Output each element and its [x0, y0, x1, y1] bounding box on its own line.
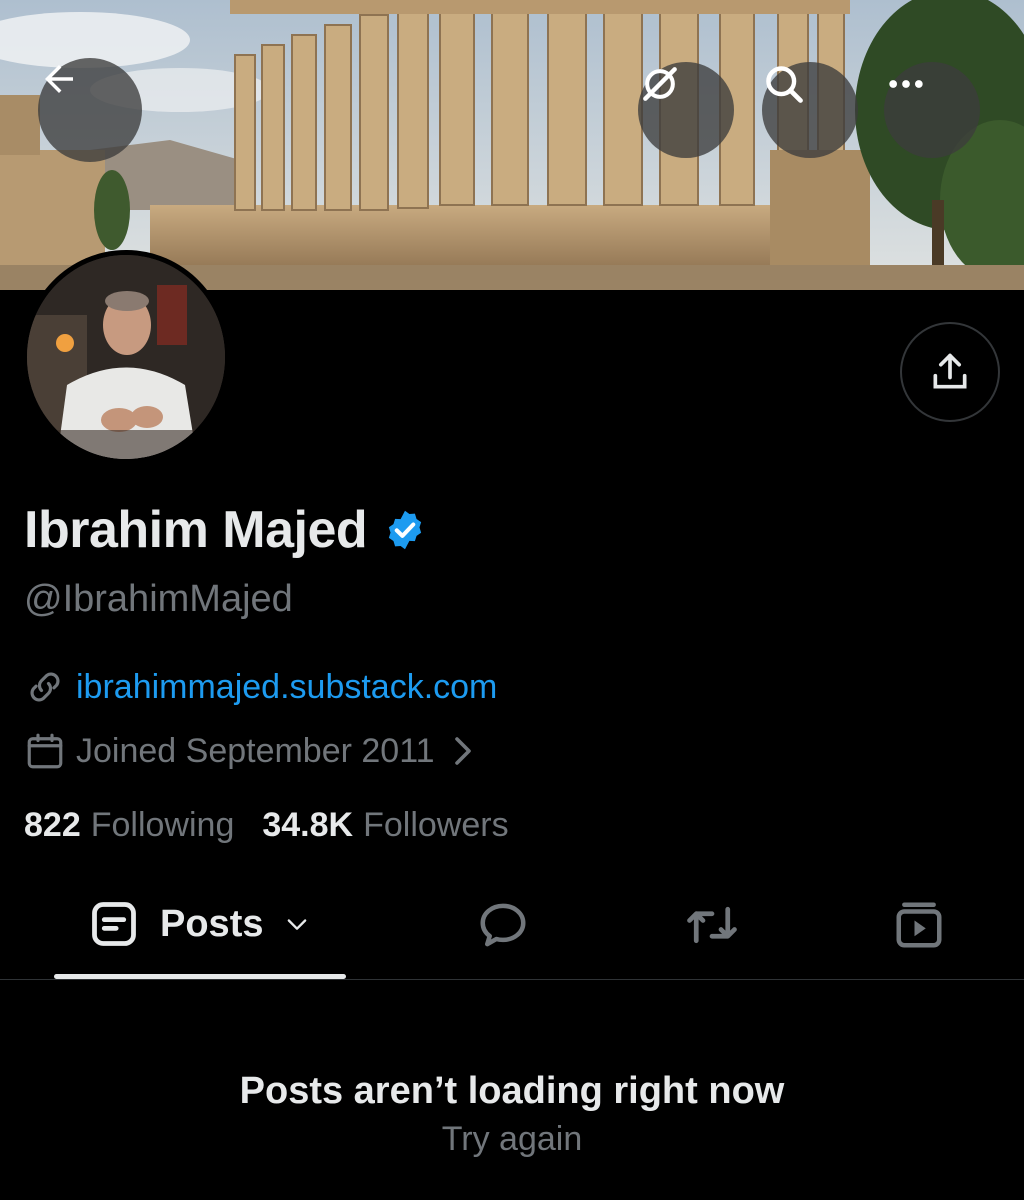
banner-temple-image: [0, 0, 1024, 290]
posts-icon: [92, 902, 136, 946]
search-button[interactable]: [762, 62, 858, 158]
reply-bubble-icon: [480, 903, 526, 947]
calendar-icon: [27, 733, 63, 769]
grok-icon: [643, 67, 677, 101]
following-count: 822: [24, 806, 81, 844]
grok-button[interactable]: [638, 62, 734, 158]
avatar-photo: [27, 255, 225, 459]
profile-banner[interactable]: [0, 0, 1024, 290]
avatar[interactable]: [22, 250, 230, 464]
share-profile-button[interactable]: [900, 322, 1000, 422]
more-horizontal-icon: [889, 80, 923, 88]
arrow-left-icon: [45, 65, 73, 93]
followers-stat[interactable]: 34.8K Followers: [262, 806, 508, 845]
profile-page: Ibrahim Majed @IbrahimMajed ibrahimmajed…: [0, 0, 1024, 1200]
link-icon: [30, 672, 60, 702]
tab-media[interactable]: [892, 898, 946, 957]
profile-joined-date: Joined September 2011: [76, 731, 435, 770]
feed-error-title: Posts aren’t loading right now: [239, 1070, 785, 1112]
tab-replies[interactable]: [476, 898, 530, 957]
profile-tabs: Posts: [0, 880, 1024, 980]
tab-posts-label: Posts: [160, 902, 264, 945]
profile-name: Ibrahim Majed: [24, 501, 368, 559]
profile-website-link[interactable]: ibrahimmajed.substack.com: [76, 668, 497, 707]
retry-button[interactable]: Try again: [0, 1120, 1024, 1159]
profile-website-row: ibrahimmajed.substack.com: [24, 666, 497, 708]
more-button[interactable]: [884, 62, 980, 158]
repost-icon: [687, 906, 737, 944]
followers-label: Followers: [363, 806, 509, 844]
followers-count: 34.8K: [262, 806, 354, 844]
back-button[interactable]: [38, 58, 142, 162]
following-label: Following: [90, 806, 235, 844]
profile-name-row: Ibrahim Majed: [24, 500, 427, 560]
media-icon: [896, 902, 942, 948]
following-stat[interactable]: 822 Following: [24, 806, 234, 845]
search-icon: [766, 66, 803, 103]
chevron-down-icon[interactable]: [283, 910, 311, 938]
profile-stats: 822 Following 34.8K Followers: [24, 806, 537, 845]
tab-posts[interactable]: Posts: [88, 898, 311, 950]
profile-handle: @IbrahimMajed: [24, 578, 293, 620]
share-icon: [933, 353, 967, 389]
active-tab-indicator: [54, 974, 346, 979]
verified-badge-icon[interactable]: [383, 508, 427, 552]
profile-joined-row[interactable]: Joined September 2011: [24, 730, 473, 772]
chevron-right-icon: [454, 737, 471, 765]
tab-reposts[interactable]: [682, 898, 742, 957]
